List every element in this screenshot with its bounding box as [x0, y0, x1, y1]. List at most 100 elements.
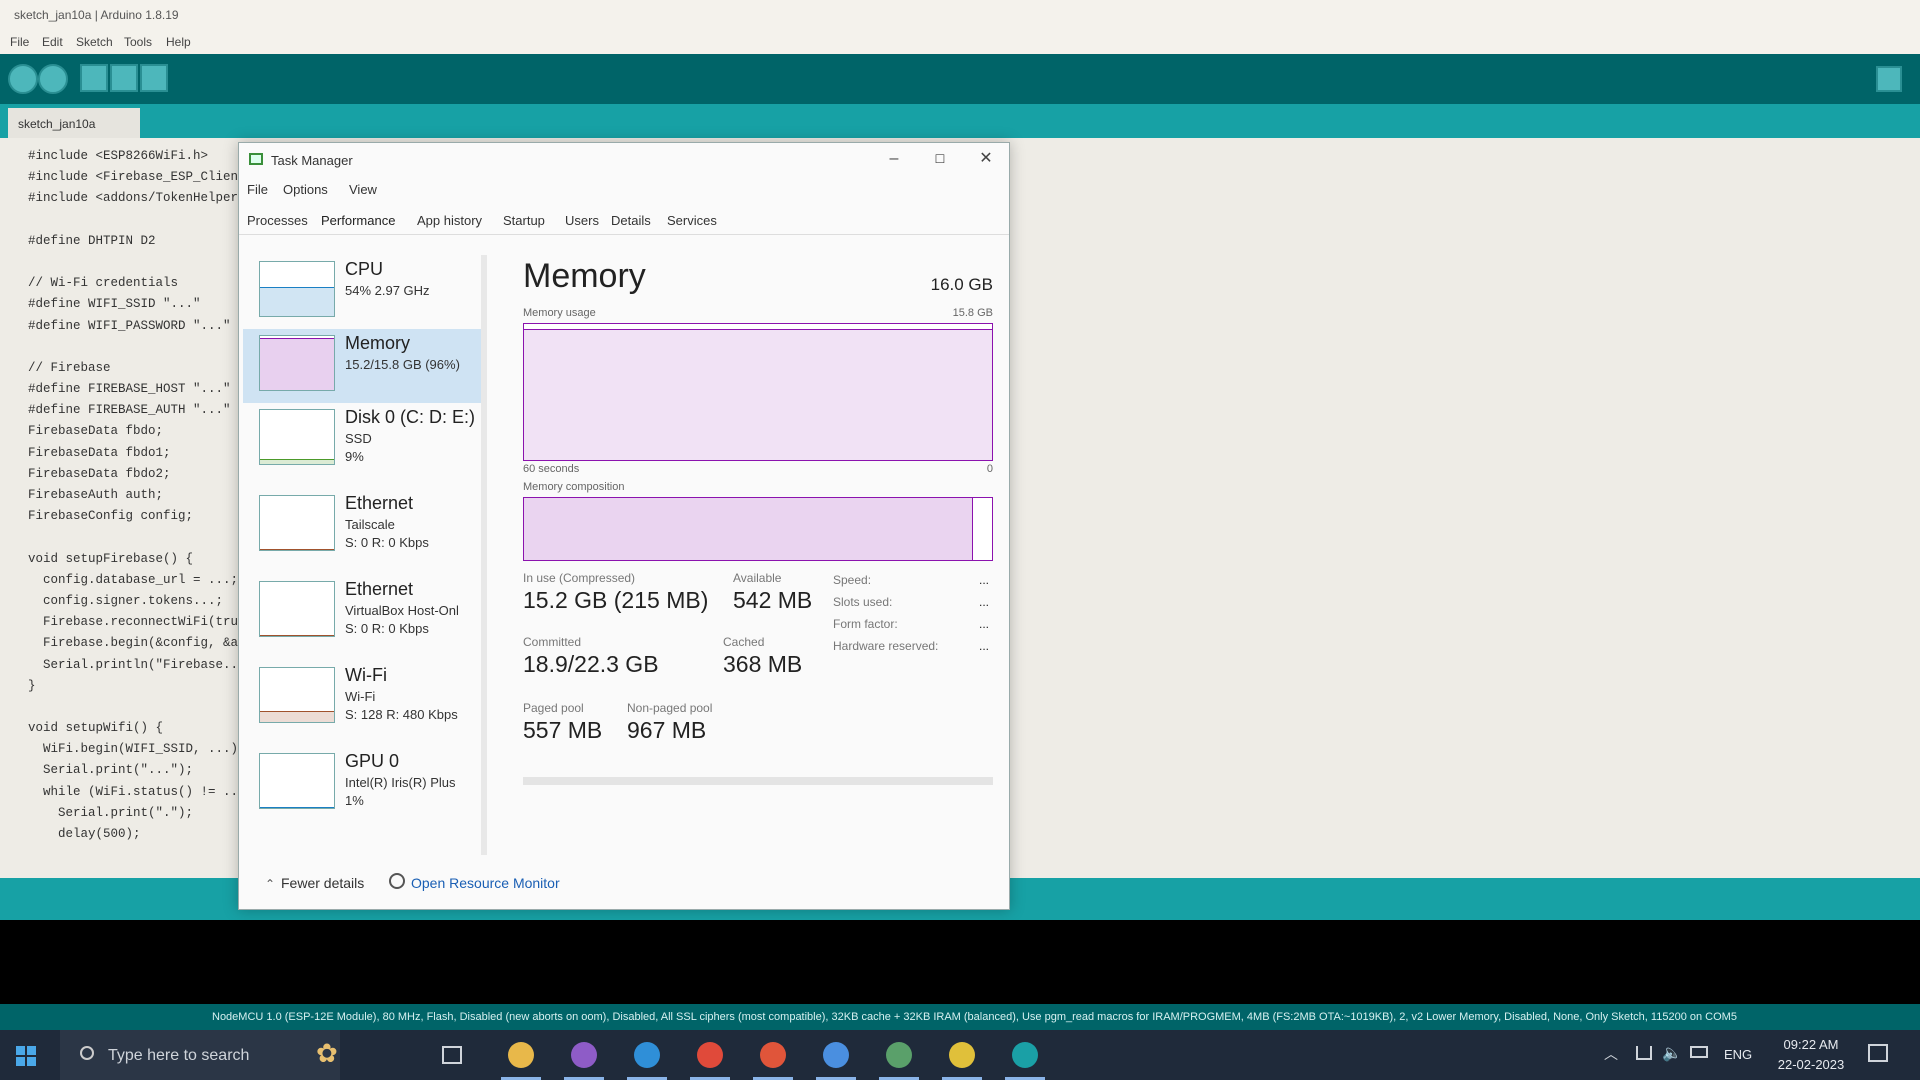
app-yellow-icon[interactable] — [949, 1042, 975, 1068]
ide-menu-sketch[interactable]: Sketch — [76, 35, 113, 49]
tm-tabs: Processes Performance App history Startu… — [239, 209, 1009, 235]
sidebar-item-sub: Tailscale — [345, 517, 395, 532]
task-view-icon[interactable] — [442, 1046, 462, 1064]
tray-overflow-icon[interactable]: ︿ — [1604, 1044, 1618, 1064]
file-explorer-icon[interactable] — [508, 1042, 534, 1068]
ide-menu-tools[interactable]: Tools — [124, 35, 152, 49]
tab-performance[interactable]: Performance — [321, 213, 395, 228]
brave-icon[interactable] — [760, 1042, 786, 1068]
speed-label: Speed: — [833, 573, 872, 587]
language-indicator[interactable]: ENG — [1724, 1047, 1752, 1062]
sidebar-item-ethernet-tailscale[interactable]: Ethernet Tailscale S: 0 R: 0 Kbps — [243, 489, 485, 563]
search-placeholder: Type here to search — [108, 1047, 250, 1064]
sidebar-item-name: Disk 0 (C: D: E:) — [345, 407, 476, 427]
clock-date[interactable]: 22-02-2023 — [1776, 1057, 1846, 1072]
memory-usage-graph — [523, 323, 993, 461]
ide-board-status: NodeMCU 1.0 (ESP-12E Module), 80 MHz, Fl… — [0, 1004, 1920, 1030]
new-sketch-icon[interactable] — [80, 64, 108, 92]
in-use-value: 15.2 GB (215 MB) — [523, 587, 709, 613]
vscode-icon[interactable] — [634, 1042, 660, 1068]
hw-reserved-label: Hardware reserved: — [833, 639, 939, 653]
notification-center-icon[interactable] — [1868, 1044, 1888, 1062]
volume-icon[interactable]: 🔈 — [1662, 1043, 1682, 1063]
windows-start-icon[interactable] — [16, 1046, 36, 1066]
ethernet-thumbnail — [259, 495, 335, 551]
sidebar-item-gpu[interactable]: GPU 0 Intel(R) Iris(R) Plus 1% — [243, 747, 485, 821]
chevron-up-icon[interactable]: ⌃ — [265, 877, 275, 891]
sidebar-item-sub: 15.2/15.8 GB (96%) — [345, 357, 460, 372]
fewer-details-link[interactable]: Fewer details — [281, 875, 364, 891]
tab-details[interactable]: Details — [611, 213, 651, 228]
task-manager-icon[interactable] — [886, 1042, 912, 1068]
ide-menu-help[interactable]: Help — [166, 35, 191, 49]
serial-monitor-icon[interactable] — [1876, 66, 1902, 92]
tab-processes[interactable]: Processes — [247, 213, 308, 228]
clock-time[interactable]: 09:22 AM — [1776, 1037, 1846, 1052]
task-manager-icon — [249, 153, 263, 165]
search-icon — [80, 1046, 94, 1060]
search-highlight-icon: ✿ — [316, 1038, 338, 1068]
maximize-button[interactable]: ☐ — [917, 143, 963, 175]
sidebar-scrollbar[interactable] — [481, 255, 487, 855]
ide-menu-file[interactable]: File — [10, 35, 29, 49]
app-purple-icon[interactable] — [571, 1042, 597, 1068]
tm-menu-view[interactable]: View — [349, 182, 377, 197]
memory-thumbnail — [259, 335, 335, 391]
sidebar-item-disk[interactable]: Disk 0 (C: D: E:) SSD 9% — [243, 403, 485, 477]
sidebar-item-memory[interactable]: Memory 15.2/15.8 GB (96%) — [243, 329, 485, 403]
sidebar-item-sub: Wi-Fi — [345, 689, 376, 704]
sidebar-item-sub2: 1% — [345, 793, 364, 808]
open-resource-monitor-link[interactable]: Open Resource Monitor — [411, 875, 560, 891]
wifi-thumbnail — [259, 667, 335, 723]
ide-tabbar: sketch_jan10a — [0, 104, 1920, 138]
cached-label: Cached — [723, 635, 765, 649]
tab-app-history[interactable]: App history — [417, 213, 482, 228]
thumbnail-fill — [260, 548, 334, 550]
panel-horizontal-scrollbar[interactable] — [523, 777, 993, 785]
tm-footer: ⌃ Fewer details Open Resource Monitor — [239, 865, 1009, 905]
close-button[interactable]: ✕ — [963, 143, 1009, 175]
ide-menubar: File Edit Sketch Tools Help — [0, 30, 1920, 54]
sidebar-item-wifi[interactable]: Wi-Fi Wi-Fi S: 128 R: 480 Kbps — [243, 661, 485, 735]
tab-startup[interactable]: Startup — [503, 213, 545, 228]
tm-menu-options[interactable]: Options — [283, 182, 328, 197]
tab-users[interactable]: Users — [565, 213, 599, 228]
sidebar-item-name: Memory — [345, 333, 411, 353]
verify-icon[interactable] — [8, 64, 38, 94]
thumbnail-fill — [260, 806, 334, 808]
taskbar-search-box[interactable]: Type here to search ✿ — [60, 1030, 340, 1080]
arduino-icon[interactable] — [1012, 1042, 1038, 1068]
chrome-2-icon[interactable] — [823, 1042, 849, 1068]
open-sketch-icon[interactable] — [110, 64, 138, 92]
nonpaged-pool-value: 967 MB — [627, 717, 707, 743]
speed-value: ... — [979, 573, 990, 587]
tab-services[interactable]: Services — [667, 213, 717, 228]
memory-usage-fill — [524, 329, 992, 460]
sidebar-item-ethernet-virtualbox[interactable]: Ethernet VirtualBox Host-Onl S: 0 R: 0 K… — [243, 575, 485, 649]
chrome-icon[interactable] — [697, 1042, 723, 1068]
battery-icon[interactable] — [1690, 1046, 1708, 1058]
ide-menu-edit[interactable]: Edit — [42, 35, 63, 49]
ide-title: sketch_jan10a | Arduino 1.8.19 — [14, 8, 179, 22]
minimize-button[interactable]: – — [871, 143, 917, 175]
upload-icon[interactable] — [38, 64, 68, 94]
task-manager-window: Task Manager – ☐ ✕ File Options View Pro… — [238, 142, 1010, 910]
thumbnail-fill — [260, 338, 334, 390]
tm-title: Task Manager — [271, 153, 353, 168]
sidebar-item-sub2: S: 128 R: 480 Kbps — [345, 707, 458, 722]
tm-menu-file[interactable]: File — [247, 182, 268, 197]
ide-console — [0, 920, 1920, 1004]
sketch-tab[interactable]: sketch_jan10a — [8, 108, 140, 138]
sidebar-item-name: CPU — [345, 259, 384, 279]
memory-composition-used — [524, 498, 974, 560]
sidebar-item-cpu[interactable]: CPU 54% 2.97 GHz — [243, 255, 485, 329]
hw-reserved-value: ... — [979, 639, 990, 653]
committed-label: Committed — [523, 635, 582, 649]
resource-monitor-icon[interactable] — [389, 873, 405, 889]
memory-usage-max: 15.8 GB — [952, 307, 993, 319]
thumbnail-fill — [260, 459, 334, 464]
network-icon[interactable] — [1636, 1046, 1652, 1060]
tm-titlebar[interactable]: Task Manager – ☐ ✕ — [239, 143, 1009, 175]
graph-time-right: 0 — [986, 463, 993, 475]
save-sketch-icon[interactable] — [140, 64, 168, 92]
